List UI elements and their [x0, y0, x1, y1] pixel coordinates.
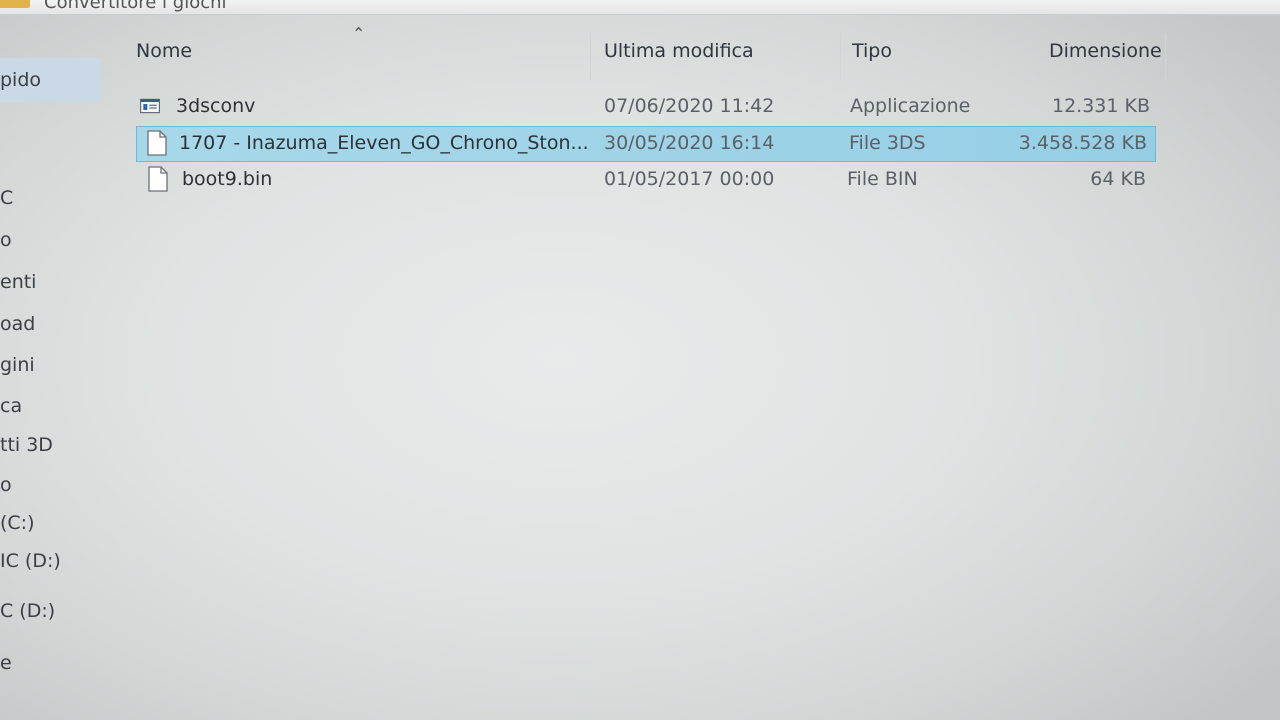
sidebar-item-drive-c[interactable]: (C:): [0, 511, 35, 535]
sidebar-item-label: ca: [0, 395, 23, 417]
sidebar-item-label: IC (D:): [0, 550, 61, 572]
file-row[interactable]: boot9.bin 01/05/2017 00:00 File BIN 64 K…: [136, 163, 1154, 197]
sidebar-item-label: pido: [0, 69, 42, 91]
title-bar: Convertitore i giochi: [0, 0, 1280, 15]
window-path: Convertitore i giochi: [44, 0, 227, 13]
file-size: 12.331 KB: [1051, 95, 1150, 117]
column-header-size[interactable]: Dimensione: [1049, 40, 1162, 62]
sidebar-item-label: gini: [0, 354, 35, 376]
file-name: 1707 - Inazuma_Eleven_GO_Chrono_Ston...: [179, 132, 589, 154]
sidebar-item-label: (C:): [0, 512, 35, 534]
sidebar-item-label: tti 3D: [0, 434, 53, 456]
sidebar-item-label: enti: [0, 271, 37, 293]
file-row[interactable]: 3dsconv 07/06/2020 11:42 Applicazione 12…: [136, 90, 1154, 124]
sidebar-item-label: o: [0, 229, 12, 251]
sidebar-item-3d-objects[interactable]: tti 3D: [0, 433, 53, 457]
sidebar-item-label: C (D:): [0, 600, 56, 622]
file-type: File BIN: [847, 168, 918, 190]
sidebar-item-videos[interactable]: o: [0, 473, 12, 497]
sidebar-item-label: o: [0, 474, 12, 496]
file-icon: [148, 166, 168, 192]
folder-icon: [0, 0, 30, 8]
column-divider[interactable]: [590, 34, 591, 80]
sidebar-item-pc[interactable]: C: [0, 186, 13, 210]
column-header-type[interactable]: Tipo: [852, 40, 892, 62]
column-header-name[interactable]: Nome: [136, 40, 192, 62]
file-modified: 07/06/2020 11:42: [604, 95, 775, 117]
column-divider[interactable]: [840, 34, 841, 80]
sidebar-item-label: e: [0, 652, 12, 674]
sidebar-item-label: C: [0, 187, 14, 209]
file-modified: 30/05/2020 16:14: [604, 132, 775, 154]
column-divider[interactable]: [1165, 34, 1166, 80]
file-type: File 3DS: [849, 132, 926, 154]
sidebar-item-network[interactable]: e: [0, 651, 12, 675]
sort-ascending-icon: ⌃: [352, 24, 366, 43]
file-name: 3dsconv: [176, 95, 256, 117]
sidebar-item-images[interactable]: gini: [0, 353, 35, 377]
sidebar-item-downloads[interactable]: oad: [0, 312, 35, 336]
column-divider[interactable]: [1038, 34, 1039, 80]
sidebar-item-drive-d-2[interactable]: C (D:): [0, 599, 55, 623]
sidebar-item-quick-access[interactable]: pido: [0, 58, 100, 102]
application-icon: [140, 98, 160, 114]
sidebar-item-drive-d[interactable]: IC (D:): [0, 549, 61, 573]
sidebar-item-desktop[interactable]: o: [0, 228, 12, 252]
sidebar-item-label: oad: [0, 313, 36, 335]
sidebar-item-documents[interactable]: enti: [0, 270, 36, 294]
column-header-modified[interactable]: Ultima modifica: [604, 40, 754, 62]
sidebar-item-music[interactable]: ca: [0, 394, 22, 418]
file-size: 3.458.528 KB: [1018, 132, 1147, 154]
file-type: Applicazione: [850, 95, 971, 117]
file-size: 64 KB: [1090, 168, 1146, 190]
file-name: boot9.bin: [182, 168, 273, 190]
file-icon: [147, 130, 167, 156]
navigation-pane: pido C o enti oad gini ca tti 3D o (C:) …: [0, 14, 112, 720]
file-modified: 01/05/2017 00:00: [604, 168, 775, 190]
file-row-selected[interactable]: 1707 - Inazuma_Eleven_GO_Chrono_Ston... …: [136, 126, 1156, 162]
